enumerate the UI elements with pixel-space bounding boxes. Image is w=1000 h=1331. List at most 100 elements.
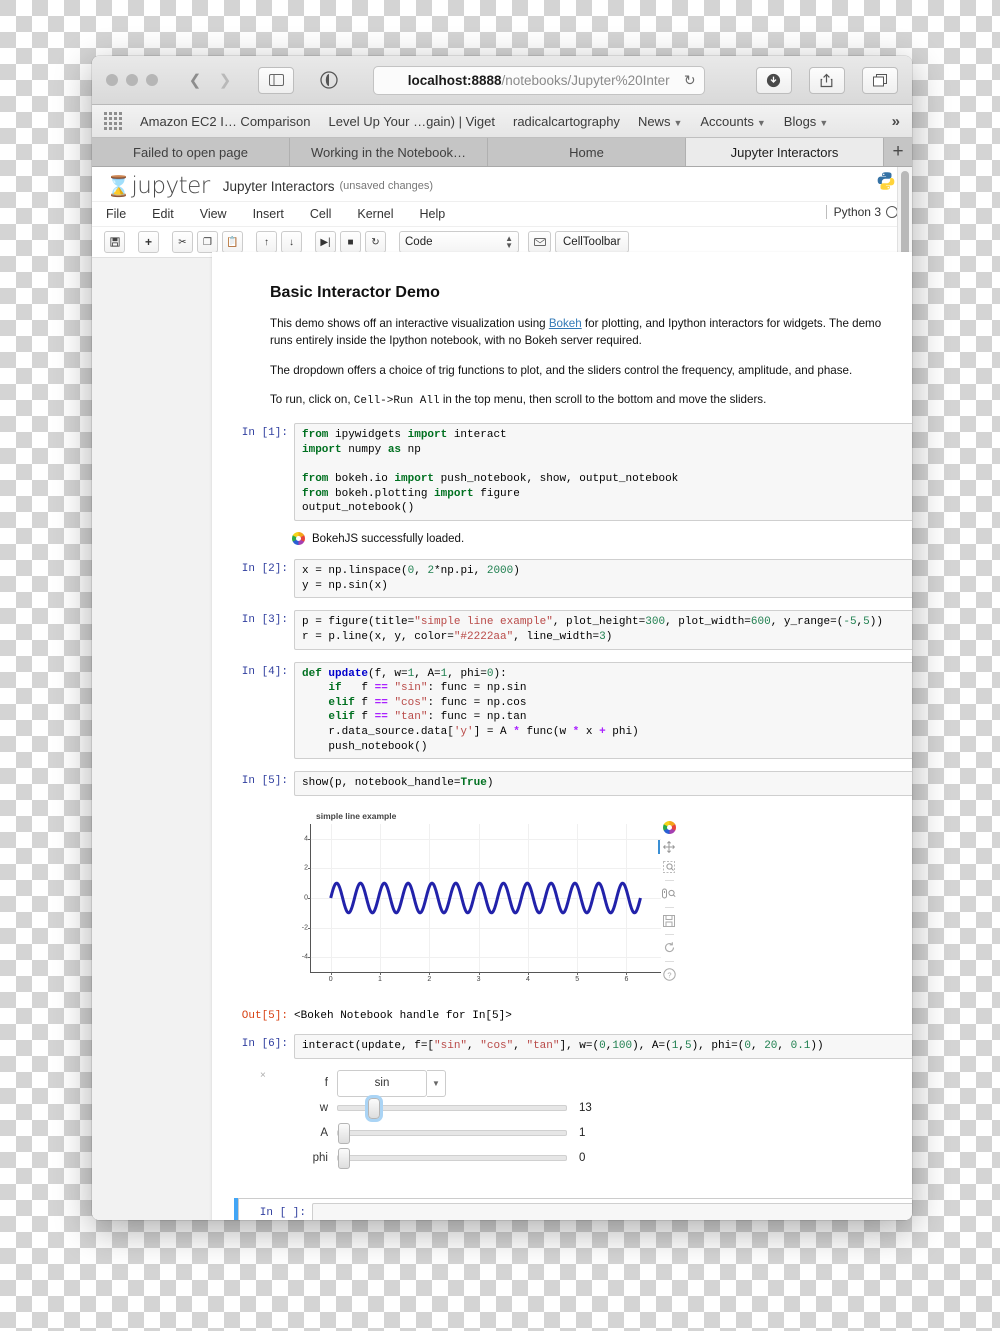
menu-help[interactable]: Help — [420, 207, 446, 221]
tab-jupyter-interactors[interactable]: Jupyter Interactors — [686, 138, 884, 166]
chart-x-tick — [429, 971, 431, 975]
cell-input[interactable]: def update(f, w=1, A=1, phi=0): if f == … — [294, 661, 912, 760]
reload-icon[interactable]: ↻ — [684, 72, 696, 89]
toolbar-group-insert: + — [138, 231, 163, 253]
bookmark-amazon-ec2[interactable]: Amazon EC2 I… Comparison — [140, 114, 311, 129]
menu-cell[interactable]: Cell — [310, 207, 332, 221]
save-button[interactable] — [104, 231, 125, 253]
cell-input[interactable] — [312, 1202, 912, 1220]
bookmark-folder-blogs[interactable]: Blogs ▼ — [784, 114, 828, 129]
slider-phi[interactable] — [337, 1148, 567, 1170]
back-icon[interactable]: ❮ — [180, 68, 210, 92]
bokeh-link[interactable]: Bokeh — [549, 317, 582, 330]
code-cell-6[interactable]: In [6]: interact(update, f=["sin", "cos"… — [212, 1033, 912, 1059]
bookmark-radicalcartography[interactable]: radicalcartography — [513, 114, 620, 129]
pan-icon[interactable] — [658, 839, 676, 854]
maximize-window-button[interactable] — [146, 74, 158, 86]
toolbar-divider — [664, 960, 674, 962]
move-cell-down-icon[interactable]: ↓ — [281, 231, 302, 253]
sidebar-icon[interactable] — [258, 66, 294, 94]
cell-input[interactable]: p = figure(title="simple line example", … — [294, 610, 912, 650]
bookmarks-grid-icon[interactable] — [104, 112, 122, 130]
new-tab-button[interactable]: + — [884, 138, 912, 166]
slider-w[interactable] — [337, 1095, 567, 1123]
bookmark-label: radicalcartography — [512, 113, 620, 129]
slider-a[interactable] — [337, 1123, 567, 1145]
tabs-overview-icon[interactable] — [861, 66, 898, 94]
bokeh-plot[interactable]: simple line example -4 -2 0 2 4 0 1 2 3 4 5 6 — [288, 810, 678, 996]
code-cell-3[interactable]: In [3]: p = figure(title="simple line ex… — [212, 610, 912, 650]
command-palette-icon[interactable] — [528, 231, 551, 253]
browser-right-buttons — [748, 66, 898, 94]
chart-x-tick-label: 5 — [575, 975, 580, 983]
download-icon[interactable] — [755, 66, 792, 94]
interrupt-kernel-icon[interactable]: ■ — [340, 231, 361, 253]
menu-kernel[interactable]: Kernel — [357, 207, 393, 221]
reset-icon[interactable] — [662, 941, 676, 955]
cell-type-select[interactable]: Code ▲ ▼ — [399, 231, 519, 253]
tab-home[interactable]: Home — [488, 138, 686, 166]
chevron-down-icon[interactable]: ▼ — [427, 1069, 446, 1097]
bookmark-folder-accounts[interactable]: Accounts ▼ — [700, 114, 765, 129]
cell-input[interactable]: interact(update, f=["sin", "cos", "tan"]… — [294, 1033, 912, 1059]
bookmark-folder-news[interactable]: News ▼ — [638, 114, 682, 129]
address-bar-text: localhost:8888/notebooks/Jupyter%20Inter — [407, 72, 670, 88]
jupyter-logo[interactable]: ⌛jupyter — [106, 173, 210, 199]
slider-w-handle[interactable] — [364, 1095, 383, 1123]
cell-prompt: In [3]: — [241, 614, 288, 627]
celltoolbar-button[interactable]: CellToolbar — [555, 231, 629, 253]
function-dropdown[interactable]: sin — [337, 1069, 427, 1097]
address-bar[interactable]: localhost:8888/notebooks/Jupyter%20Inter… — [372, 65, 705, 95]
window-traffic-lights[interactable] — [106, 74, 158, 86]
chart-plot-area: -4 -2 0 2 4 0 1 2 3 4 5 6 — [302, 823, 661, 983]
code-cell-2[interactable]: In [2]: x = np.linspace(0, 2*np.pi, 2000… — [212, 559, 912, 599]
bookmarks-overflow-icon[interactable]: » — [892, 113, 900, 130]
menu-file[interactable]: File — [106, 207, 126, 221]
widget-label-f: f — [324, 1077, 328, 1090]
copy-cell-icon[interactable]: ❐ — [197, 231, 218, 253]
notebook-name[interactable]: Jupyter Interactors — [223, 179, 335, 194]
tab-failed-to-open-page[interactable]: Failed to open page — [92, 138, 290, 166]
cell-input[interactable]: show(p, notebook_handle=True) — [294, 771, 912, 796]
jupyter-swirl-icon: ⌛ — [106, 174, 131, 198]
box-zoom-icon[interactable] — [662, 860, 676, 874]
minimize-window-button[interactable] — [126, 74, 138, 86]
tab-working-in-the-notebook[interactable]: Working in the Notebook… — [290, 138, 488, 166]
slider-a-handle[interactable] — [338, 1123, 350, 1145]
bokeh-toolbar: ? — [658, 820, 678, 982]
move-cell-up-icon[interactable]: ↑ — [256, 231, 277, 253]
code-cell-4[interactable]: In [4]: def update(f, w=1, A=1, phi=0): … — [212, 661, 912, 760]
menu-view[interactable]: View — [200, 207, 227, 221]
paste-cell-icon[interactable]: 📋 — [222, 231, 243, 253]
menu-edit[interactable]: Edit — [152, 207, 174, 221]
share-icon[interactable] — [808, 66, 845, 94]
run-cell-icon[interactable]: ▶| — [315, 231, 336, 253]
cell-prompt: In [4]: — [241, 665, 288, 678]
help-icon[interactable]: ? — [662, 968, 676, 982]
restart-kernel-icon[interactable]: ↻ — [365, 231, 386, 253]
insert-cell-below-button[interactable]: + — [138, 231, 159, 253]
menu-insert[interactable]: Insert — [253, 207, 284, 221]
reader-icon[interactable] — [312, 68, 346, 93]
close-icon[interactable]: × — [260, 1070, 266, 1081]
bokeh-logo-icon[interactable] — [662, 820, 676, 834]
chart-series-line — [329, 881, 642, 915]
wheel-zoom-icon[interactable] — [662, 887, 676, 901]
code-cell-1[interactable]: In [1]: from ipywidgets import interact … — [212, 423, 912, 522]
forward-icon[interactable]: ❯ — [210, 68, 240, 92]
empty-cell-selected[interactable]: In [ ]: — [234, 1197, 912, 1220]
code-cell-5[interactable]: In [5]: show(p, notebook_handle=True) — [212, 771, 912, 796]
tab-label: Jupyter Interactors — [730, 144, 839, 160]
markdown-cell[interactable]: Basic Interactor Demo This demo shows of… — [212, 284, 912, 410]
bookmark-level-up-viget[interactable]: Level Up Your …gain) | Viget — [329, 114, 495, 129]
run-text-after: in the top menu, then scroll to the bott… — [439, 393, 767, 407]
tab-label: Home — [569, 144, 604, 160]
cell-input[interactable]: from ipywidgets import interact import n… — [294, 423, 912, 522]
chart-x-tick — [380, 971, 381, 975]
save-icon[interactable] — [662, 914, 676, 928]
stepper-icon: ▲ ▼ — [505, 233, 513, 250]
cell-input[interactable]: x = np.linspace(0, 2*np.pi, 2000) y = np… — [294, 559, 912, 599]
close-window-button[interactable] — [106, 74, 118, 86]
slider-phi-handle[interactable] — [338, 1148, 350, 1170]
cut-cell-icon[interactable]: ✂ — [172, 231, 193, 253]
